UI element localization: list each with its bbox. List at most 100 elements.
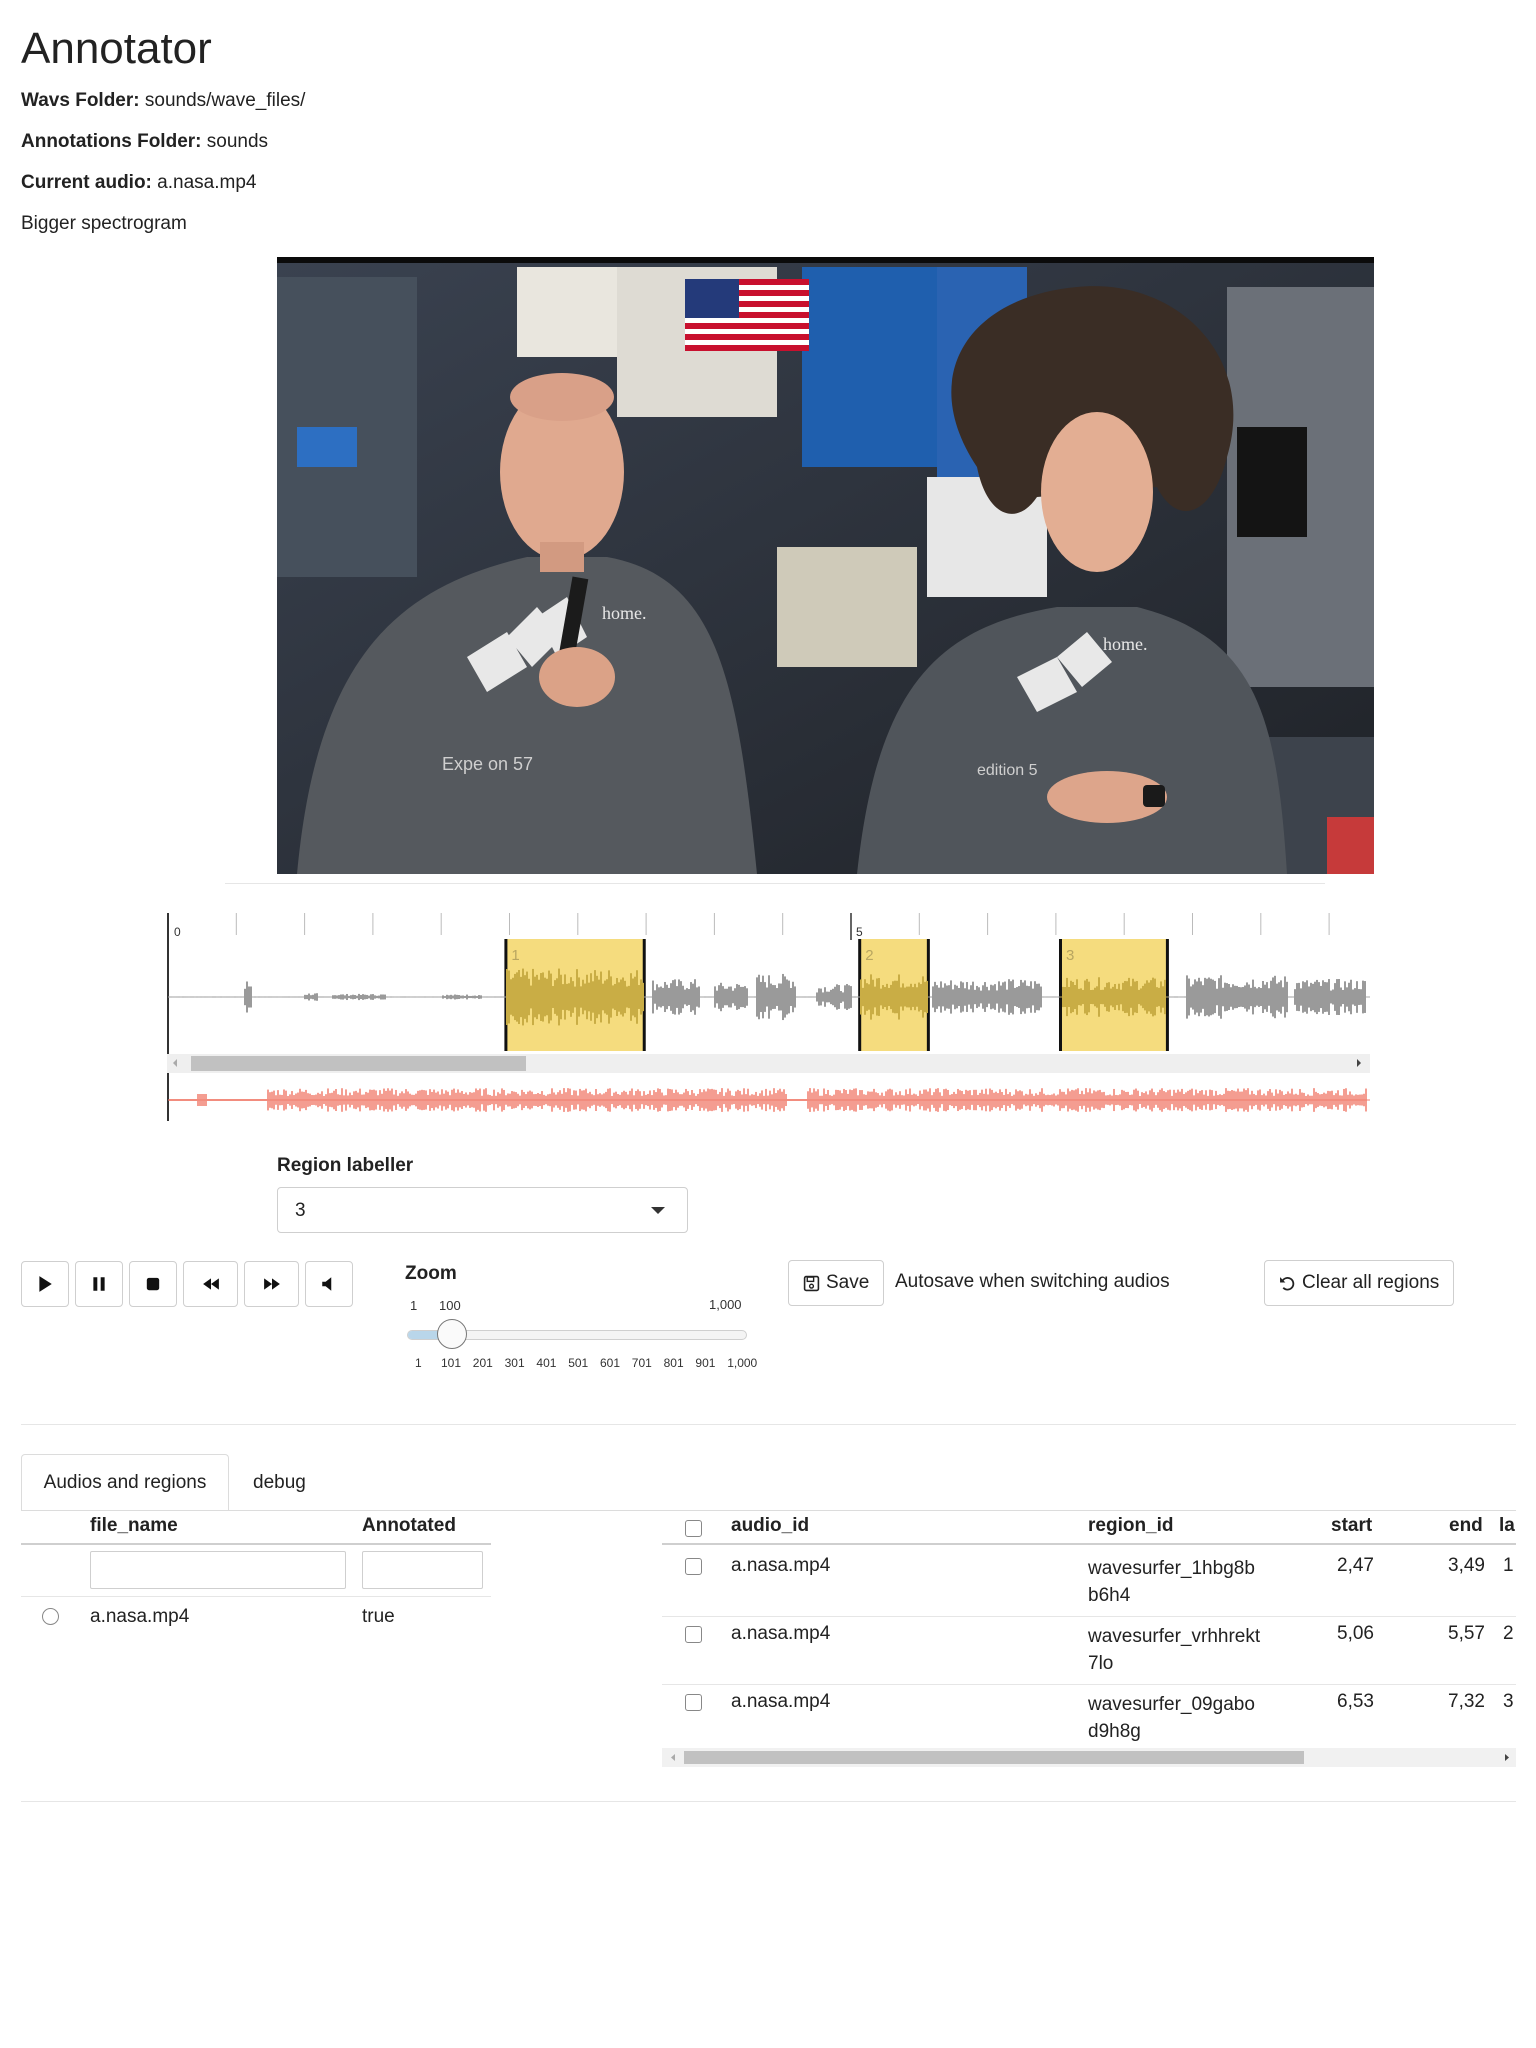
rewind-icon — [202, 1278, 219, 1290]
col-header-start[interactable]: start — [1331, 1515, 1372, 1537]
region-id-line-1: wavesurfer_09gabo — [1088, 1694, 1255, 1715]
col-header-file-name[interactable]: file_name — [90, 1515, 178, 1537]
waveform-trace — [168, 968, 1370, 1026]
region-handle-end[interactable] — [1165, 939, 1169, 1051]
col-header-label[interactable]: lal — [1499, 1515, 1516, 1537]
stop-button[interactable] — [129, 1261, 177, 1307]
file-name-filter-input[interactable] — [90, 1551, 346, 1589]
annotated-filter-input[interactable] — [362, 1551, 483, 1589]
col-header-annotated[interactable]: Annotated — [362, 1515, 456, 1537]
region-id-line-2: d9h8g — [1088, 1721, 1141, 1742]
col-header-region-id[interactable]: region_id — [1088, 1515, 1174, 1537]
page-title: Annotator — [21, 24, 212, 73]
pause-button[interactable] — [75, 1261, 123, 1307]
zoom-tick-label: 901 — [695, 1356, 716, 1370]
region-id-line-1: wavesurfer_vrhhrekt — [1088, 1626, 1261, 1647]
save-button-label: Save — [826, 1272, 870, 1293]
zoom-tick-label: 201 — [472, 1356, 493, 1370]
timeline-label-0: 0 — [174, 925, 181, 939]
zoom-value-label: 100 — [439, 1298, 461, 1313]
zoom-min-label: 1 — [410, 1298, 418, 1313]
bigger-spectrogram-link[interactable]: Bigger spectrogram — [21, 213, 187, 235]
save-button[interactable]: Save — [788, 1260, 885, 1306]
minimap-waveform[interactable] — [168, 1088, 1370, 1112]
fast-forward-icon — [263, 1278, 280, 1290]
audio-annotated-cell[interactable]: true — [362, 1606, 395, 1628]
tab-audios-and-regions[interactable]: Audios and regions — [21, 1454, 229, 1511]
regions-table-scrollbar-thumb[interactable] — [684, 1751, 1304, 1764]
play-icon — [39, 1276, 52, 1292]
zoom-slider-handle[interactable] — [437, 1319, 467, 1349]
region-id-cell[interactable]: wavesurfer_vrhhrekt 7lo — [1088, 1623, 1260, 1677]
region-audio-id-cell[interactable]: a.nasa.mp4 — [731, 1555, 830, 1577]
clear-all-regions-button[interactable]: Clear all regions — [1264, 1260, 1455, 1306]
region-number-label: 1 — [511, 947, 519, 964]
mute-button[interactable] — [305, 1261, 353, 1307]
region-labeller-label: Region labeller — [277, 1155, 414, 1176]
zoom-tick-label: 1,000 — [727, 1356, 758, 1370]
waveform-panel[interactable]: 0 5 1 2 3 — [167, 911, 1370, 1121]
fast-forward-button[interactable] — [244, 1261, 299, 1307]
shirt-sub-right: edition 5 — [977, 762, 1038, 779]
regions-table-header-rule — [662, 1543, 1516, 1545]
region-audio-id-cell[interactable]: a.nasa.mp4 — [731, 1691, 830, 1713]
region-end-cell[interactable]: 5,57 — [1448, 1623, 1485, 1645]
region-label-cell[interactable]: 3 — [1503, 1691, 1514, 1713]
table-scroll-right-icon[interactable] — [1502, 1751, 1512, 1764]
row-checkbox[interactable] — [685, 1558, 702, 1575]
region-id-line-2: b6h4 — [1088, 1585, 1131, 1606]
zoom-tick-label: 1 — [415, 1356, 422, 1370]
row-select-radio[interactable] — [42, 1608, 59, 1625]
zoom-max-label: 1,000 — [709, 1297, 742, 1312]
col-header-audio-id[interactable]: audio_id — [731, 1515, 809, 1537]
region-labeller-select[interactable]: 3 — [277, 1187, 688, 1233]
wavs-folder-info: Wavs Folder: sounds/wave_files/ — [21, 90, 305, 112]
region-label-cell[interactable]: 2 — [1503, 1623, 1514, 1645]
mute-icon — [322, 1277, 332, 1291]
select-all-checkbox[interactable] — [685, 1520, 702, 1537]
region-start-cell[interactable]: 6,53 — [1337, 1691, 1374, 1713]
col-header-end[interactable]: end — [1449, 1515, 1483, 1537]
region-id-cell[interactable]: wavesurfer_09gabo d9h8g — [1088, 1691, 1255, 1745]
play-button[interactable] — [21, 1261, 69, 1307]
tab-debug[interactable]: debug — [253, 1454, 306, 1511]
video-player[interactable]: home. Expe on 57 home. edition 5 — [277, 257, 1374, 874]
table-row-rule — [662, 1616, 1516, 1617]
region-id-line-1: wavesurfer_1hbg8b — [1088, 1558, 1255, 1579]
current-audio-value: a.nasa.mp4 — [157, 172, 257, 193]
current-audio-info: Current audio: a.nasa.mp4 — [21, 172, 256, 194]
audios-table-header-rule — [21, 1543, 491, 1545]
waveform-canvas[interactable]: 0 5 1 2 3 — [167, 911, 1370, 1121]
region-label-cell[interactable]: 1 — [1503, 1555, 1514, 1577]
region-audio-id-cell[interactable]: a.nasa.mp4 — [731, 1623, 830, 1645]
table-scroll-left-icon[interactable] — [668, 1751, 678, 1764]
section-divider — [21, 1424, 1516, 1425]
region-number-label: 2 — [865, 947, 873, 964]
tab-bar-border — [21, 1510, 1516, 1511]
region-end-cell[interactable]: 7,32 — [1448, 1691, 1485, 1713]
stop-icon — [146, 1277, 160, 1291]
row-checkbox[interactable] — [685, 1626, 702, 1643]
zoom-tick-label: 801 — [663, 1356, 684, 1370]
zoom-tick-label: 101 — [441, 1356, 462, 1370]
region-start-cell[interactable]: 2,47 — [1337, 1555, 1374, 1577]
annotations-folder-info: Annotations Folder: sounds — [21, 131, 268, 153]
timeline-label-5: 5 — [856, 925, 863, 939]
annotations-folder-label: Annotations Folder: — [21, 131, 202, 152]
region-handle-start[interactable] — [1058, 939, 1062, 1051]
audio-file-name-cell[interactable]: a.nasa.mp4 — [90, 1606, 189, 1628]
region-id-cell[interactable]: wavesurfer_1hbg8b b6h4 — [1088, 1555, 1255, 1609]
waveform-scrollbar-thumb[interactable] — [191, 1056, 526, 1071]
video-divider — [225, 883, 1325, 884]
audios-filter-rule — [21, 1596, 491, 1597]
zoom-tick-label: 401 — [536, 1356, 557, 1370]
rewind-button[interactable] — [183, 1261, 238, 1307]
wavs-folder-label: Wavs Folder: — [21, 90, 140, 111]
table-row-rule — [662, 1684, 1516, 1685]
wavs-folder-value: sounds/wave_files/ — [144, 90, 306, 111]
region-start-cell[interactable]: 5,06 — [1337, 1623, 1374, 1645]
annotations-folder-value: sounds — [206, 131, 269, 152]
region-number-label: 3 — [1066, 947, 1074, 964]
region-end-cell[interactable]: 3,49 — [1448, 1555, 1485, 1577]
row-checkbox[interactable] — [685, 1694, 702, 1711]
